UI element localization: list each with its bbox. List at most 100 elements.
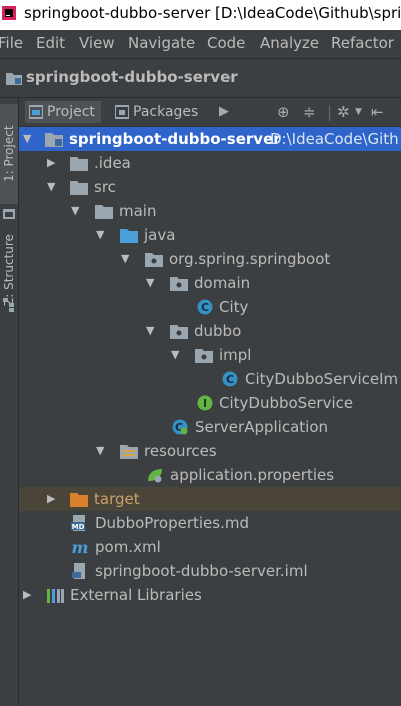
- navigation-bar: springboot-dubbo-server ›: [0, 59, 401, 98]
- class-icon: C: [222, 371, 238, 387]
- tree-label: City: [219, 298, 249, 316]
- chevron-down-icon[interactable]: ▼: [355, 103, 362, 121]
- locate-target-icon[interactable]: ⊕: [277, 103, 290, 121]
- tree-row-citydubboserviceimpl[interactable]: C CityDubboServiceIm: [19, 367, 401, 391]
- svg-text:m: m: [72, 539, 89, 555]
- breadcrumb-module[interactable]: springboot-dubbo-server: [26, 68, 238, 86]
- tree-label: springboot-dubbo-server: [69, 130, 281, 148]
- iml-file-icon: [72, 563, 85, 579]
- tab-overflow-icon[interactable]: ▶: [219, 103, 229, 121]
- menu-file[interactable]: File: [0, 34, 23, 52]
- expand-arrow-icon[interactable]: ▼: [96, 223, 104, 247]
- expand-arrow-icon[interactable]: ▼: [171, 343, 179, 367]
- package-icon: [170, 277, 188, 291]
- spring-boot-class-icon: C: [172, 419, 188, 435]
- svg-text:C: C: [226, 373, 234, 386]
- tab-project-label: Project: [47, 104, 95, 120]
- project-tab-icon: [3, 209, 15, 219]
- tree-row-domain[interactable]: ▼ domain: [19, 271, 401, 295]
- expand-arrow-icon[interactable]: ▼: [146, 319, 154, 343]
- tree-row-pom-xml[interactable]: m pom.xml: [19, 535, 401, 559]
- folder-icon: [70, 157, 88, 171]
- gear-icon[interactable]: ✲: [337, 103, 350, 121]
- project-view-icon: [29, 105, 43, 119]
- tree-row-dubboproperties-md[interactable]: MD DubboProperties.md: [19, 511, 401, 535]
- tree-row-serverapplication[interactable]: C ServerApplication: [19, 415, 401, 439]
- collapsed-arrow-icon[interactable]: ▶: [47, 151, 55, 175]
- tree-row-resources[interactable]: ▼ resources: [19, 439, 401, 463]
- maven-icon: m: [72, 539, 89, 555]
- libraries-icon: [47, 589, 64, 603]
- menu-analyze[interactable]: Analyze: [260, 34, 319, 52]
- tree-row-dubbo[interactable]: ▼ dubbo: [19, 319, 401, 343]
- expand-arrow-icon[interactable]: ▼: [47, 175, 55, 199]
- packages-view-icon: [115, 105, 129, 119]
- package-icon: [145, 253, 163, 267]
- tree-label: application.properties: [170, 466, 335, 484]
- tree-row-application-properties[interactable]: application.properties: [19, 463, 401, 487]
- menu-code[interactable]: Code: [207, 34, 245, 52]
- tree-row-external-libraries[interactable]: ▶ External Libraries: [19, 583, 401, 607]
- menu-view[interactable]: View: [79, 34, 115, 52]
- left-tool-strip: 1: Project Z: Structure: [0, 98, 19, 706]
- tree-row-city[interactable]: C City: [19, 295, 401, 319]
- project-toolwindow-header: Project Packages ▶ ⊕ ≑ | ✲ ▼ ⇤: [19, 98, 401, 127]
- expand-arrow-icon[interactable]: ▼: [146, 271, 154, 295]
- tree-row-org-spring-springboot[interactable]: ▼ org.spring.springboot: [19, 247, 401, 271]
- tree-label: .idea: [94, 154, 131, 172]
- menu-edit[interactable]: Edit: [36, 34, 65, 52]
- tree-row-idea[interactable]: ▶ .idea: [19, 151, 401, 175]
- tree-label: src: [94, 178, 116, 196]
- side-tab-project[interactable]: 1: Project: [0, 104, 18, 204]
- tree-row-impl[interactable]: ▼ impl: [19, 343, 401, 367]
- package-icon: [170, 325, 188, 339]
- tab-packages-label: Packages: [133, 104, 199, 120]
- package-icon: [195, 349, 213, 363]
- class-icon: C: [197, 299, 213, 315]
- intellij-app-icon: [2, 6, 16, 20]
- collapsed-arrow-icon[interactable]: ▶: [47, 487, 55, 511]
- side-tab-project-label: 1: Project: [2, 125, 16, 183]
- window-title: springboot-dubbo-server [D:\IdeaCode\Git…: [24, 4, 401, 22]
- collapsed-arrow-icon[interactable]: ▶: [23, 583, 31, 607]
- tree-label: CityDubboService: [219, 394, 354, 412]
- breadcrumb-chevron-icon: ›: [226, 67, 233, 86]
- source-folder-icon: [120, 229, 138, 243]
- tab-project[interactable]: Project: [25, 101, 101, 123]
- svg-text:I: I: [203, 397, 207, 410]
- tree-label: CityDubboServiceIm: [245, 370, 399, 388]
- menu-refactor[interactable]: Refactor: [331, 34, 394, 52]
- tree-row-iml[interactable]: springboot-dubbo-server.iml: [19, 559, 401, 583]
- tree-label: main: [119, 202, 157, 220]
- side-tab-structure-label: Z: Structure: [2, 234, 16, 306]
- tree-row-project-root[interactable]: ▼ springboot-dubbo-server D:\IdeaCode\Gi…: [19, 127, 401, 151]
- tree-row-target[interactable]: ▶ target: [19, 487, 401, 511]
- hide-panel-icon[interactable]: ⇤: [371, 103, 384, 121]
- menu-navigate[interactable]: Navigate: [128, 34, 195, 52]
- tree-label: org.spring.springboot: [169, 250, 331, 268]
- tree-row-main[interactable]: ▼ main: [19, 199, 401, 223]
- excluded-folder-icon: [70, 493, 88, 507]
- module-folder-icon: [45, 133, 63, 147]
- tree-row-citydubboservice[interactable]: I CityDubboService: [19, 391, 401, 415]
- tree-row-java[interactable]: ▼ java: [19, 223, 401, 247]
- tree-label: target: [94, 490, 140, 508]
- expand-arrow-icon[interactable]: ▼: [121, 247, 129, 271]
- tree-label: ServerApplication: [195, 418, 329, 436]
- resources-folder-icon: [120, 445, 138, 459]
- tree-row-src[interactable]: ▼ src: [19, 175, 401, 199]
- module-folder-icon: [6, 73, 22, 85]
- tree-label: pom.xml: [95, 538, 161, 556]
- project-tree: ▼ springboot-dubbo-server D:\IdeaCode\Gi…: [19, 127, 401, 706]
- spring-properties-icon: [148, 469, 162, 483]
- tree-label: dubbo: [194, 322, 242, 340]
- markdown-file-icon: MD: [71, 515, 85, 531]
- expand-arrow-icon[interactable]: ▼: [96, 439, 104, 463]
- collapse-all-icon[interactable]: ≑: [303, 103, 316, 121]
- tab-packages[interactable]: Packages: [111, 101, 204, 123]
- window-title-bar: springboot-dubbo-server [D:\IdeaCode\Git…: [0, 0, 401, 30]
- expand-arrow-icon[interactable]: ▼: [71, 199, 79, 223]
- svg-text:MD: MD: [72, 523, 85, 531]
- tree-path-hint: D:\IdeaCode\Gith: [270, 130, 399, 148]
- expand-arrow-icon[interactable]: ▼: [23, 127, 31, 151]
